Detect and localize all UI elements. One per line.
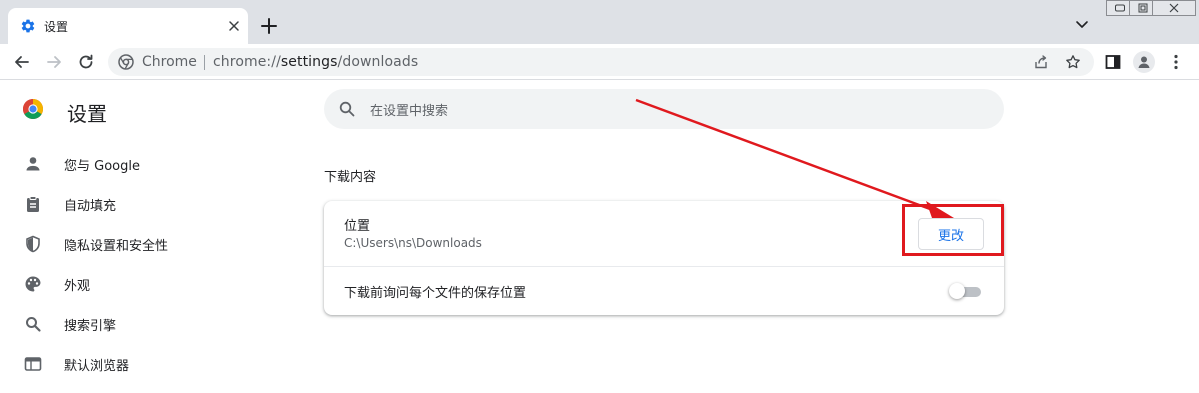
tab-strip: 设置 bbox=[0, 0, 1199, 44]
star-bookmark-icon[interactable] bbox=[1065, 54, 1081, 70]
tab-settings[interactable]: 设置 bbox=[8, 8, 248, 44]
gear-icon bbox=[21, 19, 35, 33]
ask-where-to-save-label: 下载前询问每个文件的保存位置 bbox=[344, 286, 527, 301]
sidebar-item-autofill[interactable]: 自动填充 bbox=[0, 188, 280, 220]
browser-window-icon bbox=[24, 357, 42, 371]
section-title: 下载内容 bbox=[324, 170, 377, 185]
profile-avatar[interactable] bbox=[1133, 51, 1155, 73]
address-separator bbox=[204, 55, 205, 70]
sidebar-item-label: 默认浏览器 bbox=[64, 359, 130, 374]
divider bbox=[324, 266, 1004, 267]
site-chip-label: Chrome bbox=[142, 54, 197, 70]
sidebar-item-search-engine[interactable]: 搜索引擎 bbox=[0, 308, 280, 340]
share-icon[interactable] bbox=[1033, 54, 1049, 70]
sidebar-item-label: 外观 bbox=[64, 279, 91, 294]
toolbar: Chrome chrome://settings/downloads bbox=[0, 44, 1199, 80]
sidebar-item-privacy[interactable]: 隐私设置和安全性 bbox=[0, 228, 280, 260]
chrome-logo-icon bbox=[23, 99, 43, 119]
reload-icon[interactable] bbox=[76, 52, 96, 72]
settings-search-input[interactable]: 在设置中搜索 bbox=[324, 89, 1004, 129]
sidebar-item-appearance[interactable]: 外观 bbox=[0, 268, 280, 300]
search-placeholder: 在设置中搜索 bbox=[370, 104, 449, 119]
url-host: settings bbox=[280, 54, 338, 70]
sidebar-item-label: 您与 Google bbox=[64, 159, 140, 174]
person-icon bbox=[26, 157, 40, 171]
search-icon bbox=[26, 317, 41, 332]
back-icon[interactable] bbox=[12, 52, 32, 72]
close-window-icon bbox=[1169, 3, 1179, 13]
url-path: /downloads bbox=[337, 54, 419, 70]
minimize-icon bbox=[1115, 4, 1125, 12]
location-label: 位置 bbox=[344, 219, 371, 234]
side-panel-icon[interactable] bbox=[1103, 52, 1123, 72]
chevron-down-icon[interactable] bbox=[1074, 16, 1090, 32]
toggle-knob bbox=[949, 283, 965, 299]
sidebar-item-label: 隐私设置和安全性 bbox=[64, 239, 169, 254]
person-avatar-icon bbox=[1138, 56, 1150, 68]
address-bar[interactable]: Chrome chrome://settings/downloads bbox=[108, 48, 1094, 76]
ask-where-to-save-toggle[interactable] bbox=[949, 283, 981, 299]
annotation-highlight-box bbox=[902, 204, 1004, 256]
sidebar-item-label: 自动填充 bbox=[64, 199, 117, 214]
close-icon[interactable] bbox=[226, 18, 242, 34]
sidebar-item-label: 搜索引擎 bbox=[64, 319, 117, 334]
location-path: C:\Users\ns\Downloads bbox=[344, 236, 482, 250]
page-title: 设置 bbox=[67, 102, 107, 126]
chrome-logo-icon bbox=[118, 54, 134, 70]
close-window-button[interactable] bbox=[1152, 0, 1196, 16]
clipboard-icon bbox=[27, 196, 39, 212]
new-tab-plus-icon[interactable] bbox=[259, 16, 279, 36]
sidebar-item-default-browser[interactable]: 默认浏览器 bbox=[0, 348, 280, 380]
tab-title: 设置 bbox=[44, 20, 69, 34]
shield-icon bbox=[26, 235, 40, 253]
sidebar-item-you-and-google[interactable]: 您与 Google bbox=[0, 148, 280, 180]
palette-icon bbox=[25, 276, 41, 292]
scrollbar-track[interactable] bbox=[1186, 81, 1199, 393]
more-vert-icon[interactable] bbox=[1166, 52, 1186, 72]
search-icon bbox=[339, 101, 355, 117]
restore-icon bbox=[1138, 3, 1148, 13]
url-scheme: chrome:// bbox=[213, 54, 281, 70]
url-text: chrome://settings/downloads bbox=[213, 54, 418, 70]
forward-icon[interactable] bbox=[44, 52, 64, 72]
